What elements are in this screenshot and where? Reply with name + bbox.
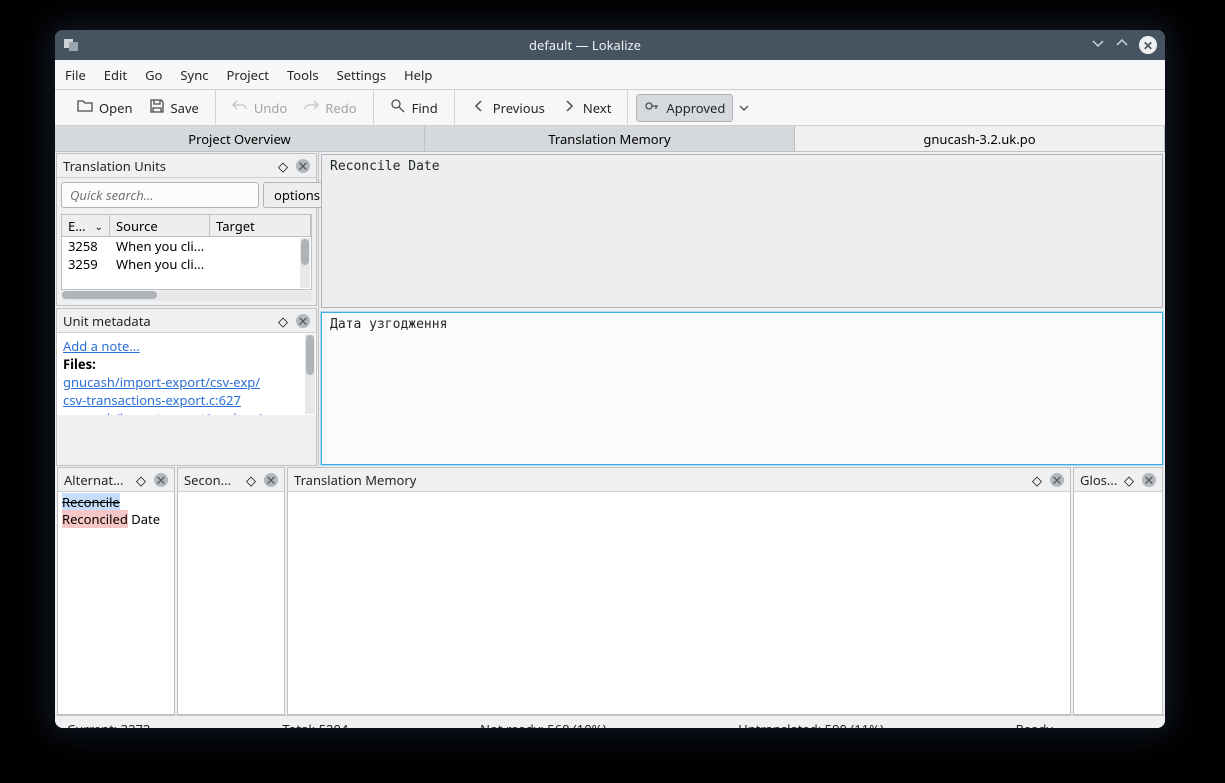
unit-metadata-dock: Unit metadata ◇ ✕ Add a note... Files: g… (56, 308, 317, 466)
alt-text: Date (128, 510, 160, 528)
find-button[interactable]: Find (382, 94, 446, 122)
source-text-pane: Reconcile Date (321, 154, 1163, 308)
menu-settings[interactable]: Settings (337, 66, 386, 84)
close-button[interactable]: ✕ (1139, 36, 1157, 54)
chevron-down-icon: ⌄ (95, 219, 103, 233)
glossary-dock: Glos... ◇ ✕ (1073, 467, 1163, 715)
maximize-button[interactable] (1115, 36, 1129, 54)
previous-button[interactable]: Previous (463, 94, 553, 122)
alt-replaced-text: Reconciled (62, 510, 128, 528)
search-icon (390, 98, 406, 118)
undo-icon (232, 98, 248, 118)
col-target[interactable]: Target (210, 215, 311, 236)
folder-open-icon (77, 98, 93, 118)
diamond-icon[interactable]: ◇ (244, 473, 258, 487)
close-dock-icon[interactable]: ✕ (1050, 473, 1064, 487)
status-not-ready: Not ready: 568 (10%) (480, 720, 606, 729)
redo-icon (303, 98, 319, 118)
close-dock-icon[interactable]: ✕ (154, 473, 168, 487)
alt-body: Reconcile Reconciled Date (58, 492, 174, 714)
table-row[interactable]: 3258 When you cli... (62, 237, 311, 255)
titlebar[interactable]: default — Lokalize ✕ (55, 30, 1165, 60)
quick-search-input[interactable] (61, 182, 259, 208)
close-dock-icon[interactable]: ✕ (296, 314, 310, 328)
tm-dock-title: Translation Memory (294, 471, 416, 489)
chevron-right-icon (561, 98, 577, 118)
vertical-scrollbar[interactable] (300, 238, 310, 288)
file-link[interactable]: gnucash/import-export/csv-imp/ (63, 409, 310, 415)
target-text-pane[interactable]: Дата узгодження (321, 312, 1163, 466)
menu-edit[interactable]: Edit (104, 66, 127, 84)
sec-dock-title: Secon... (184, 471, 231, 489)
horizontal-scrollbar[interactable] (61, 291, 312, 301)
tab-project-overview[interactable]: Project Overview (55, 126, 425, 151)
menu-help[interactable]: Help (404, 66, 432, 84)
menu-project[interactable]: Project (226, 66, 268, 84)
add-note-link[interactable]: Add a note... (63, 337, 310, 355)
close-dock-icon[interactable]: ✕ (296, 159, 310, 173)
app-icon (63, 37, 79, 53)
save-icon (149, 98, 165, 118)
diamond-icon[interactable]: ◇ (1122, 473, 1136, 487)
menubar: File Edit Go Sync Project Tools Settings… (55, 60, 1165, 90)
secondary-sync-dock: Secon... ◇ ✕ (177, 467, 285, 715)
next-button[interactable]: Next (553, 94, 620, 122)
close-dock-icon[interactable]: ✕ (1142, 473, 1156, 487)
col-entry[interactable]: Entry⌄ (62, 215, 110, 236)
glos-dock-title: Glos... (1080, 471, 1117, 489)
vertical-scrollbar[interactable] (305, 334, 315, 414)
translation-memory-dock: Translation Memory ◇ ✕ (287, 467, 1071, 715)
undo-button[interactable]: Undo (224, 94, 295, 122)
translation-units-dock: Translation Units ◇ ✕ options Entry⌄ (56, 153, 317, 306)
table-row[interactable]: 3259 When you cli... (62, 255, 311, 273)
close-dock-icon[interactable]: ✕ (264, 473, 278, 487)
chevron-down-icon (739, 99, 749, 117)
document-tabs: Project Overview Translation Memory gnuc… (55, 126, 1165, 152)
files-label: Files: (63, 355, 310, 373)
open-button[interactable]: Open (69, 94, 141, 122)
save-button[interactable]: Save (141, 94, 207, 122)
file-link[interactable]: gnucash/import-export/csv-exp/ (63, 373, 310, 391)
menu-sync[interactable]: Sync (180, 66, 208, 84)
menu-tools[interactable]: Tools (287, 66, 319, 84)
minimize-button[interactable] (1091, 36, 1105, 54)
diamond-icon[interactable]: ◇ (276, 159, 290, 173)
key-icon (644, 98, 660, 118)
menu-file[interactable]: File (65, 66, 86, 84)
diamond-icon[interactable]: ◇ (1030, 473, 1044, 487)
meta-dock-title: Unit metadata (63, 312, 151, 330)
chevron-left-icon (471, 98, 487, 118)
alt-deleted-text: Reconcile (62, 493, 120, 511)
tu-table[interactable]: Entry⌄ Source Target 3258 When you cli..… (61, 214, 312, 290)
redo-button[interactable]: Redo (295, 94, 364, 122)
approved-button[interactable]: Approved (636, 94, 733, 122)
status-total: Total: 5204 (282, 720, 348, 729)
statusbar: Current: 3272 Total: 5204 Not ready: 568… (55, 715, 1165, 728)
diamond-icon[interactable]: ◇ (134, 473, 148, 487)
tab-translation-memory[interactable]: Translation Memory (425, 126, 795, 151)
alt-dock-title: Alternat... (64, 471, 124, 489)
approved-dropdown[interactable] (733, 99, 755, 117)
tu-dock-title: Translation Units (63, 157, 166, 175)
lokalize-window: default — Lokalize ✕ File Edit Go Sync P… (55, 30, 1165, 728)
status-current: Current: 3272 (67, 720, 150, 729)
status-untranslated: Untranslated: 590 (11%) (738, 720, 884, 729)
file-link[interactable]: csv-transactions-export.c:627 (63, 391, 310, 409)
window-title: default — Lokalize (79, 36, 1091, 54)
tab-file[interactable]: gnucash-3.2.uk.po (795, 126, 1165, 151)
diamond-icon[interactable]: ◇ (276, 314, 290, 328)
status-ready: Ready (1016, 720, 1153, 729)
col-source[interactable]: Source (110, 215, 210, 236)
toolbar: Open Save Undo Redo Find (55, 90, 1165, 126)
bottom-docks: Alternat... ◇ ✕ Reconcile Reconciled Date… (55, 467, 1165, 715)
menu-go[interactable]: Go (145, 66, 162, 84)
alternate-translations-dock: Alternat... ◇ ✕ Reconcile Reconciled Date (57, 467, 175, 715)
main-area: Translation Units ◇ ✕ options Entry⌄ (55, 152, 1165, 467)
